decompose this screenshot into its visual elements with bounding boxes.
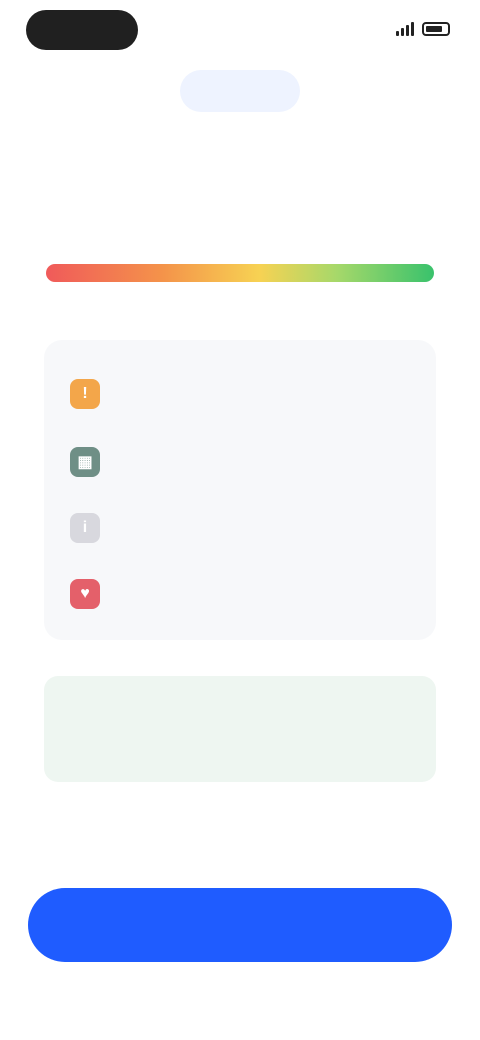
signal-icon bbox=[396, 22, 414, 36]
chart-icon: ▦ bbox=[70, 447, 100, 477]
status-time bbox=[26, 10, 138, 50]
metrics-card: ! ▦ i ♥ bbox=[44, 340, 436, 640]
metric-row: ♥ bbox=[70, 564, 410, 624]
primary-action-button[interactable] bbox=[28, 888, 452, 962]
score-meter bbox=[46, 264, 434, 282]
metric-row: ! bbox=[70, 364, 410, 424]
metric-row: i bbox=[70, 498, 410, 558]
status-icons bbox=[396, 18, 450, 40]
tip-box bbox=[44, 676, 436, 782]
heart-icon: ♥ bbox=[70, 579, 100, 609]
battery-icon bbox=[422, 22, 450, 36]
warning-icon: ! bbox=[70, 379, 100, 409]
metric-row: ▦ bbox=[70, 432, 410, 492]
header-chip[interactable] bbox=[180, 70, 300, 112]
info-icon: i bbox=[70, 513, 100, 543]
status-bar bbox=[0, 0, 480, 60]
